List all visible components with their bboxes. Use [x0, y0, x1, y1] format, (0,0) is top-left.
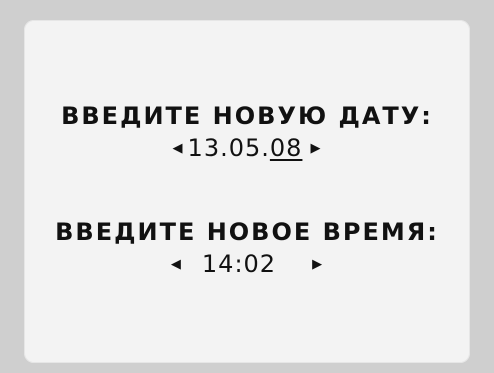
- time-input[interactable]: 14:02: [202, 250, 276, 278]
- date-prompt-label: ВВЕДИТЕ НОВУЮ ДАТУ:: [61, 102, 433, 130]
- time-value-row: ◀ 14:02 ▶: [24, 250, 470, 278]
- triangle-left-icon[interactable]: ◀: [173, 142, 184, 155]
- triangle-right-icon[interactable]: ▶: [312, 258, 323, 271]
- date-value-active-segment[interactable]: 08: [270, 134, 303, 162]
- triangle-right-icon[interactable]: ▶: [310, 142, 321, 155]
- date-input[interactable]: 13.05. 08: [188, 134, 303, 162]
- date-value-prefix: 13.05.: [187, 134, 270, 162]
- date-value-row: ◀ 13.05. 08 ▶: [24, 134, 470, 162]
- display-screen: ВВЕДИТЕ НОВУЮ ДАТУ: ◀ 13.05. 08 ▶ ВВЕДИТЕ…: [24, 20, 470, 363]
- time-prompt-label: ВВЕДИТЕ НОВОЕ ВРЕМЯ:: [55, 218, 439, 246]
- triangle-left-icon[interactable]: ◀: [171, 258, 182, 271]
